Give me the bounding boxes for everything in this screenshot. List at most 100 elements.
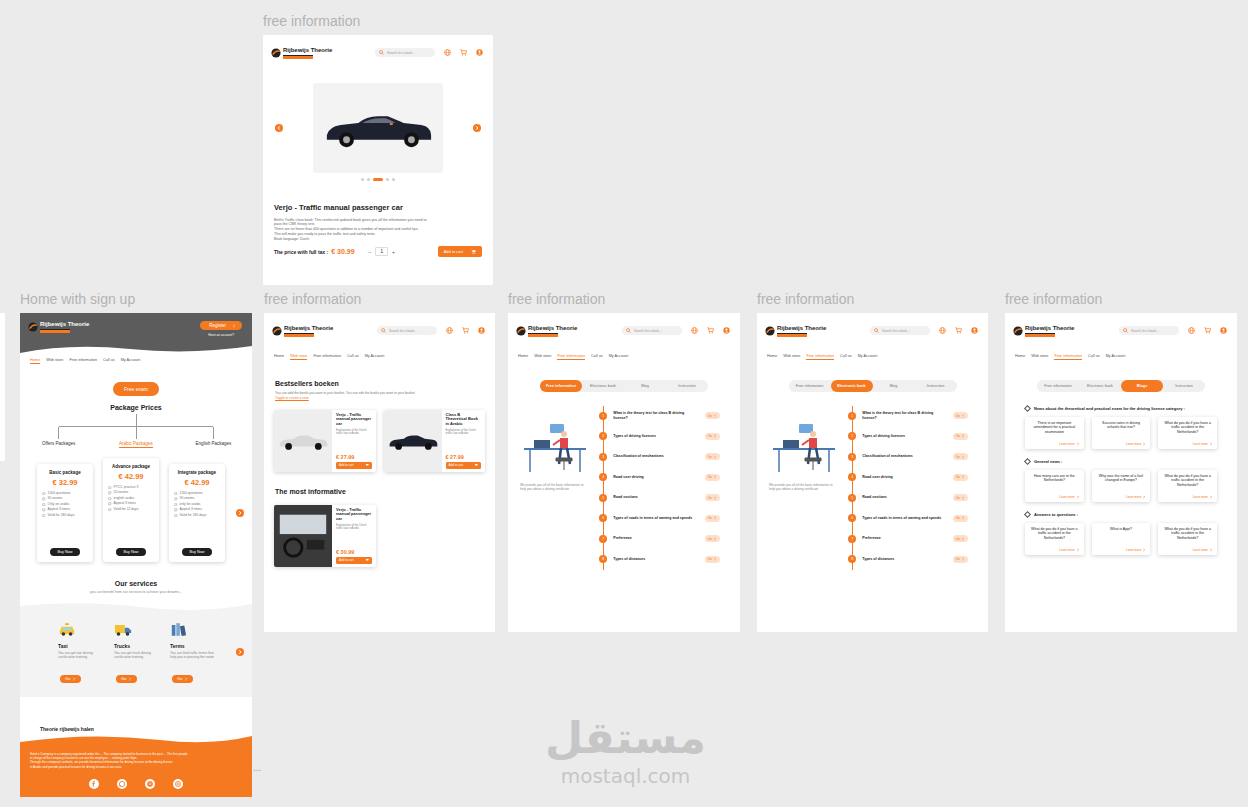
go-button[interactable]: Go [953, 535, 968, 542]
nav-item[interactable]: Call us [103, 358, 115, 364]
globe-icon[interactable] [446, 327, 453, 334]
buy-now-button[interactable]: Buy Now [116, 548, 145, 556]
blog-card[interactable]: What do you do if you have a traffic acc… [1158, 470, 1217, 502]
blog-card[interactable]: How many cars are in the Netherlands?Lea… [1025, 470, 1084, 502]
user-icon[interactable] [478, 327, 485, 334]
logo[interactable]: Rijbewijs Theorie [271, 47, 332, 59]
nav-item[interactable]: My Account [609, 354, 629, 360]
carousel-dot[interactable] [367, 178, 370, 181]
go-button[interactable]: Go [116, 675, 137, 683]
increase-button[interactable]: + [392, 249, 395, 255]
nav-item[interactable]: Free information [313, 354, 341, 360]
nav-item[interactable]: Home [274, 354, 284, 360]
buy-now-button[interactable]: Buy Now [50, 548, 79, 556]
nav-item[interactable]: Home [767, 354, 777, 360]
register-button[interactable]: Register [200, 321, 242, 330]
nav-item[interactable]: My Account [121, 358, 141, 364]
blog-card[interactable]: Success rates in driving schools that ri… [1092, 417, 1151, 449]
learn-more-link[interactable]: Learn more [1059, 493, 1079, 499]
next-button[interactable] [236, 509, 244, 517]
nav-item[interactable]: Web store [290, 354, 307, 360]
nav-item[interactable]: Free information [557, 354, 585, 360]
go-button[interactable]: Go [705, 453, 720, 460]
package-tab[interactable]: Arabic Packages [119, 441, 153, 448]
decrease-button[interactable]: − [369, 249, 372, 255]
nav-item[interactable]: My Account [1106, 354, 1126, 360]
carousel-dot[interactable] [392, 178, 395, 181]
content-tab[interactable]: Blogs [1121, 380, 1163, 392]
carousel-dot[interactable] [361, 178, 364, 181]
logo[interactable]: Rijbewijs Theorie [765, 325, 826, 337]
nav-item[interactable]: Call us [347, 354, 359, 360]
search-field[interactable]: Search for a book... [870, 326, 930, 335]
go-button[interactable]: Go [953, 515, 968, 522]
go-button[interactable]: Go [705, 535, 720, 542]
next-button[interactable] [473, 124, 481, 132]
blog-card[interactable]: What do you do if you have a traffic acc… [1158, 417, 1217, 449]
go-button[interactable]: Go [705, 556, 720, 563]
carousel-dot[interactable] [373, 178, 383, 181]
previous-button[interactable] [275, 124, 283, 132]
nav-item[interactable]: Free information [1054, 354, 1082, 360]
go-button[interactable]: Go [705, 412, 720, 419]
content-tab[interactable]: Electronic book [1079, 380, 1121, 392]
content-tab[interactable]: Instruction [1163, 380, 1205, 392]
globe-icon[interactable] [691, 327, 698, 334]
content-tab[interactable]: Blog [624, 380, 666, 392]
bestsellers-link[interactable]: Toggle to create a view [264, 396, 495, 400]
nav-item[interactable]: Call us [840, 354, 852, 360]
book-card[interactable]: Class B Theoretical Book in ArabicExplan… [384, 410, 486, 472]
globe-icon[interactable] [939, 327, 946, 334]
search-field[interactable]: Search for a book... [622, 326, 682, 335]
spotify-icon[interactable] [145, 779, 155, 789]
cart-icon[interactable] [1204, 327, 1211, 334]
nav-item[interactable]: Free information [69, 358, 97, 364]
content-tab[interactable]: Free information [540, 380, 582, 392]
search-field[interactable]: Search for a book... [375, 48, 435, 57]
package-tab[interactable]: English Packages [195, 441, 231, 447]
carousel-dot[interactable] [386, 178, 389, 181]
add-to-cart-button[interactable]: Add to cart [438, 246, 482, 257]
content-tab[interactable]: Free information [1037, 380, 1079, 392]
logo[interactable]: Rijbewijs Theorie [1013, 325, 1074, 337]
learn-more-link[interactable]: Learn more [1059, 546, 1079, 552]
nav-item[interactable]: Web store [1031, 354, 1048, 360]
nav-item[interactable]: Web store [534, 354, 551, 360]
quantity-field[interactable]: 1 [375, 247, 388, 256]
content-tab[interactable]: Electronic book [831, 380, 873, 392]
content-tab[interactable]: Electronic book [582, 380, 624, 392]
book-card[interactable]: Verjo - Traffic manual passenger carExpl… [274, 410, 376, 472]
content-tab[interactable]: Free information [789, 380, 831, 392]
cart-icon[interactable] [462, 327, 469, 334]
go-button[interactable]: Go [953, 494, 968, 501]
add-to-cart-button[interactable]: Add to cart [446, 462, 482, 469]
go-button[interactable]: Go [953, 412, 968, 419]
add-to-cart-button[interactable]: Add to cart [336, 462, 372, 469]
whatsapp-icon[interactable] [117, 779, 127, 789]
search-field[interactable]: Search for a book... [1119, 326, 1179, 335]
blog-card[interactable]: What is Appi?Learn more [1092, 523, 1151, 555]
learn-more-link[interactable]: Learn more [1193, 493, 1213, 499]
instagram-icon[interactable] [173, 779, 183, 789]
go-button[interactable]: Go [705, 433, 720, 440]
learn-more-link[interactable]: Learn more [1126, 440, 1146, 446]
package-tab[interactable]: Offers Packages [42, 441, 75, 447]
nav-item[interactable]: Home [30, 358, 40, 364]
globe-icon[interactable] [444, 49, 451, 56]
next-button[interactable] [236, 648, 244, 656]
go-button[interactable]: Go [953, 474, 968, 481]
nav-item[interactable]: Web store [46, 358, 63, 364]
cart-icon[interactable] [460, 49, 467, 56]
nav-item[interactable]: My Account [858, 354, 878, 360]
user-icon[interactable] [723, 327, 730, 334]
go-button[interactable]: Go [953, 433, 968, 440]
nav-item[interactable]: Call us [591, 354, 603, 360]
search-field[interactable]: Search for a book... [377, 326, 437, 335]
book-card[interactable]: Verjo - Traffic manual passenger carExpl… [274, 505, 376, 567]
go-button[interactable]: Go [705, 474, 720, 481]
free-exam-button[interactable]: Free exam [113, 382, 159, 396]
learn-more-link[interactable]: Learn more [1193, 546, 1213, 552]
nav-item[interactable]: Home [518, 354, 528, 360]
nav-item[interactable]: Web store [783, 354, 800, 360]
go-button[interactable]: Go [172, 675, 193, 683]
